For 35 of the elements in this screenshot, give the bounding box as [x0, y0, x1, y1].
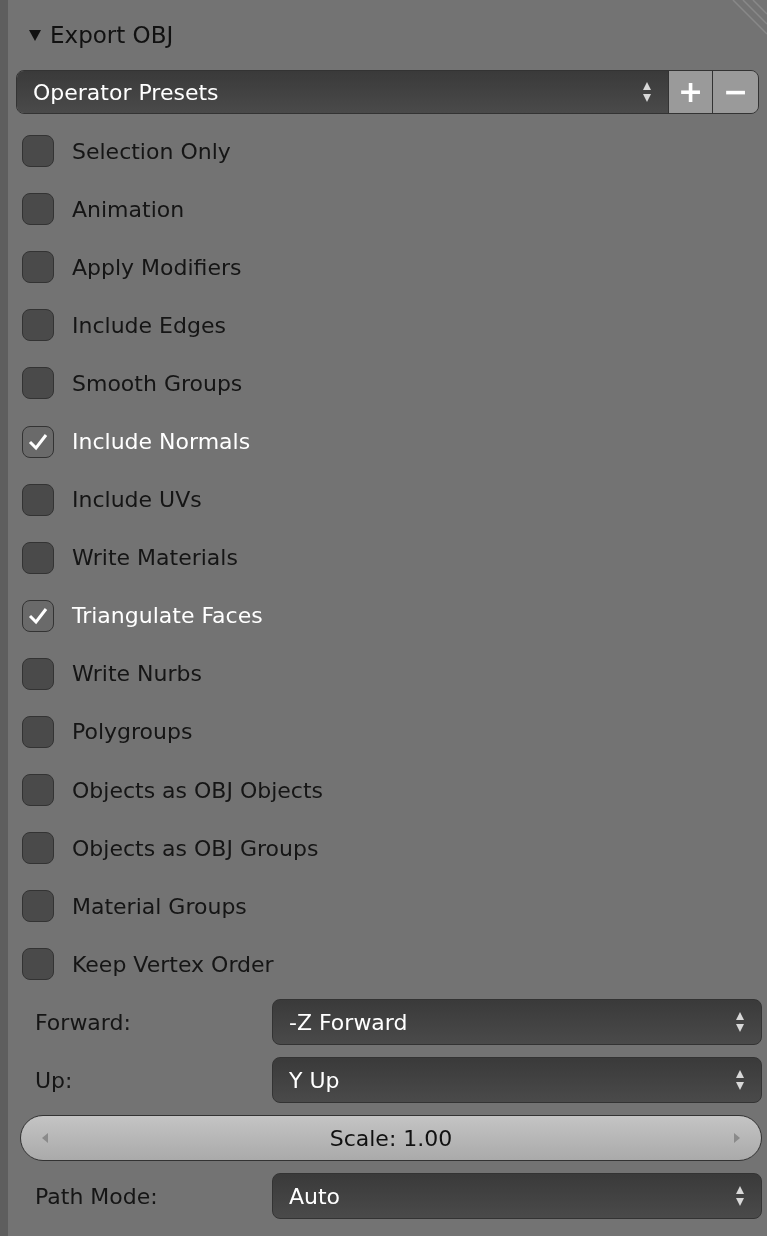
remove-preset-button[interactable]: − — [712, 71, 758, 113]
setting-label: Up: — [34, 1066, 74, 1095]
checkbox-option[interactable]: Triangulate Faces — [8, 586, 767, 645]
up-down-arrows-icon — [735, 1185, 745, 1208]
setting-label: Path Mode: — [34, 1182, 159, 1211]
up-down-arrows-icon — [735, 1011, 745, 1034]
check-icon — [28, 606, 48, 625]
checkbox-option[interactable]: Include Normals — [8, 412, 767, 471]
checkbox-option[interactable]: Material Groups — [8, 877, 767, 936]
decrement-arrow-icon[interactable] — [41, 1132, 49, 1145]
checkbox-option[interactable]: Selection Only — [8, 122, 767, 181]
checkbox-option[interactable]: Apply Modifiers — [8, 238, 767, 297]
panel-header[interactable]: Export OBJ — [8, 0, 767, 70]
select-dropdown[interactable]: Auto — [272, 1173, 762, 1220]
add-preset-button[interactable]: + — [668, 71, 712, 113]
checkbox-option[interactable]: Smooth Groups — [8, 354, 767, 413]
select-dropdown[interactable]: Y Up — [272, 1057, 762, 1104]
up-down-arrows-icon — [735, 1069, 745, 1092]
checkbox-option[interactable]: Objects as OBJ Objects — [8, 761, 767, 820]
increment-arrow-icon[interactable] — [733, 1132, 741, 1145]
checkbox-option[interactable]: Write Nurbs — [8, 644, 767, 703]
checkbox-option[interactable]: Write Materials — [8, 528, 767, 587]
select-dropdown[interactable]: -Z Forward — [272, 999, 762, 1046]
up-down-arrows-icon — [642, 81, 652, 103]
scale-field[interactable]: Scale: 1.00 — [20, 1115, 762, 1162]
checkbox-option[interactable]: Include UVs — [8, 470, 767, 529]
checkbox-option[interactable]: Polygroups — [8, 702, 767, 762]
checkbox-option[interactable]: Include Edges — [8, 296, 767, 355]
checkbox-option[interactable]: Objects as OBJ Groups — [8, 819, 767, 878]
checkbox-option[interactable]: Keep Vertex Order — [8, 935, 767, 994]
setting-label: Forward: — [34, 1008, 132, 1037]
preset-dropdown[interactable]: Operator Presets — [17, 71, 668, 113]
collapse-triangle-icon — [28, 28, 42, 42]
checkbox-option[interactable]: Animation — [8, 180, 767, 239]
check-icon — [28, 432, 48, 451]
